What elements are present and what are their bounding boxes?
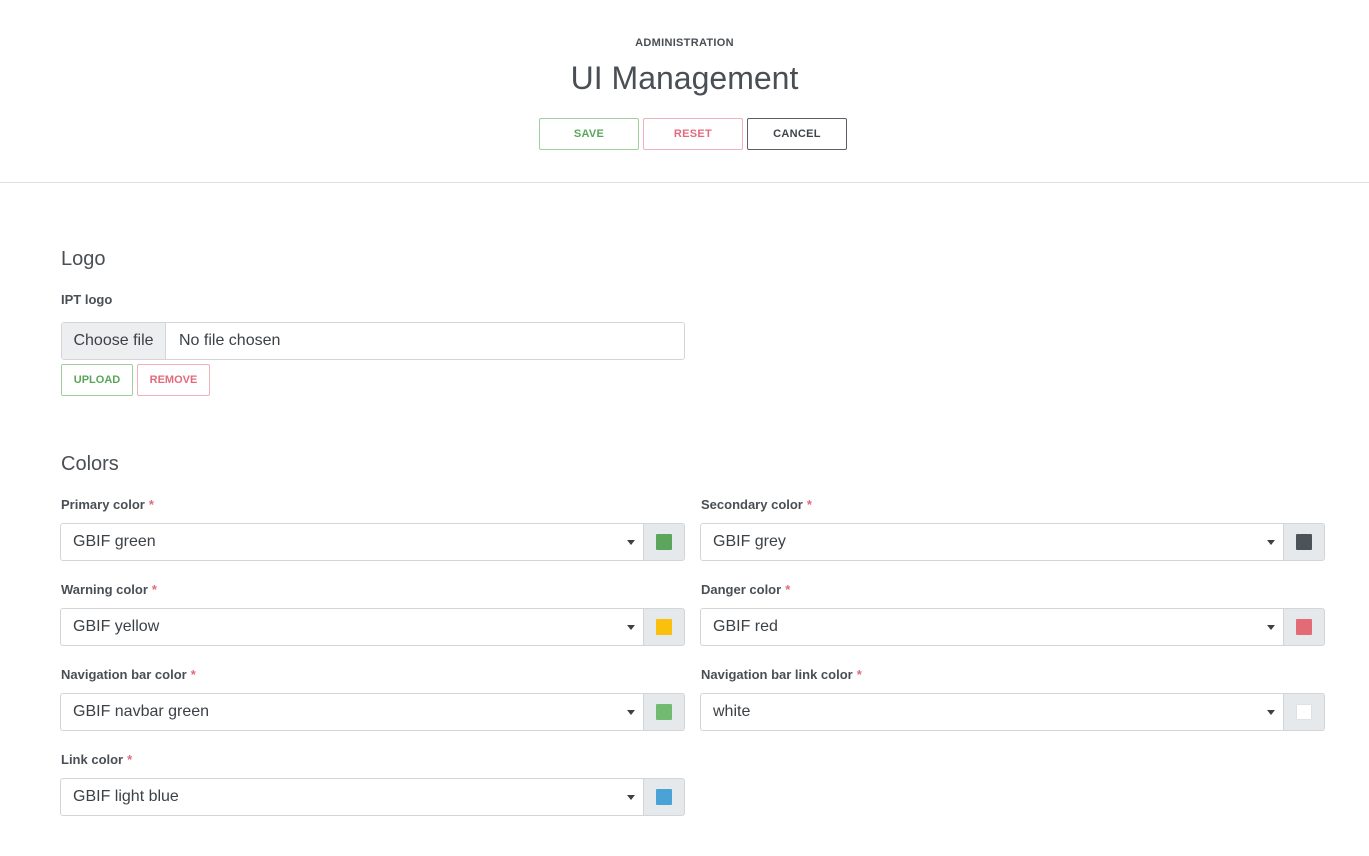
page-eyebrow: ADMINISTRATION xyxy=(635,37,734,49)
select-value: GBIF light blue xyxy=(73,788,179,805)
caret-down-icon xyxy=(627,540,635,545)
link-color-swatch-box xyxy=(643,778,685,816)
secondary-color-control: GBIF grey xyxy=(700,523,1325,561)
field-label-text: Link color xyxy=(61,752,124,767)
field-label-text: Navigation bar color xyxy=(61,667,187,682)
color-swatch xyxy=(1296,619,1312,635)
field-label-text: Warning color xyxy=(61,582,148,597)
caret-down-icon xyxy=(627,795,635,800)
select-value: white xyxy=(713,703,751,720)
select-value: GBIF red xyxy=(713,618,778,635)
color-swatch xyxy=(656,534,672,550)
remove-button[interactable]: REMOVE xyxy=(137,364,210,396)
color-swatch xyxy=(656,704,672,720)
navbar-link-color-select[interactable]: white xyxy=(700,693,1283,731)
navbar-color-select[interactable]: GBIF navbar green xyxy=(60,693,643,731)
link-color-control: GBIF light blue xyxy=(60,778,685,816)
field-label-text: Secondary color xyxy=(701,497,803,512)
ipt-logo-label: IPT logo xyxy=(61,292,113,307)
color-swatch xyxy=(656,619,672,635)
select-value: GBIF green xyxy=(73,533,156,550)
choose-file-button[interactable]: Choose file xyxy=(62,323,166,359)
navbar-link-color-control: white xyxy=(700,693,1325,731)
primary-color-control: GBIF green xyxy=(60,523,685,561)
navbar-color-swatch-box xyxy=(643,693,685,731)
page-title: UI Management xyxy=(570,60,799,96)
navbar-color-label: Navigation bar color * xyxy=(61,667,196,682)
upload-button[interactable]: UPLOAD xyxy=(61,364,133,396)
link-color-select[interactable]: GBIF light blue xyxy=(60,778,643,816)
secondary-color-swatch-box xyxy=(1283,523,1325,561)
secondary-color-label: Secondary color * xyxy=(701,497,812,512)
navbar-link-color-swatch-box xyxy=(1283,693,1325,731)
required-mark: * xyxy=(785,582,791,597)
select-value: GBIF yellow xyxy=(73,618,160,635)
caret-down-icon xyxy=(1267,710,1275,715)
secondary-color-select[interactable]: GBIF grey xyxy=(700,523,1283,561)
danger-color-label: Danger color * xyxy=(701,582,790,597)
link-color-label: Link color * xyxy=(61,752,132,767)
primary-color-label: Primary color * xyxy=(61,497,154,512)
warning-color-label: Warning color * xyxy=(61,582,157,597)
navbar-color-control: GBIF navbar green xyxy=(60,693,685,731)
warning-color-control: GBIF yellow xyxy=(60,608,685,646)
navbar-link-color-label: Navigation bar link color * xyxy=(701,667,862,682)
color-swatch xyxy=(1296,534,1312,550)
primary-color-swatch-box xyxy=(643,523,685,561)
colors-section-title: Colors xyxy=(61,453,119,475)
required-mark: * xyxy=(127,752,133,767)
page-header: ADMINISTRATION UI Management SAVE RESET … xyxy=(0,0,1369,183)
field-label-text: Navigation bar link color xyxy=(701,667,853,682)
cancel-button[interactable]: CANCEL xyxy=(747,118,847,150)
caret-down-icon xyxy=(1267,625,1275,630)
color-swatch xyxy=(656,789,672,805)
caret-down-icon xyxy=(1267,540,1275,545)
field-label-text: Primary color xyxy=(61,497,145,512)
danger-color-swatch-box xyxy=(1283,608,1325,646)
danger-color-select[interactable]: GBIF red xyxy=(700,608,1283,646)
caret-down-icon xyxy=(627,710,635,715)
file-name-text: No file chosen xyxy=(179,332,281,349)
required-mark: * xyxy=(151,582,157,597)
reset-button[interactable]: RESET xyxy=(643,118,743,150)
primary-color-select[interactable]: GBIF green xyxy=(60,523,643,561)
warning-color-select[interactable]: GBIF yellow xyxy=(60,608,643,646)
caret-down-icon xyxy=(627,625,635,630)
select-value: GBIF grey xyxy=(713,533,786,550)
logo-file-input[interactable]: Choose file No file chosen xyxy=(61,322,685,360)
required-mark: * xyxy=(190,667,196,682)
header-actions: SAVE RESET CANCEL xyxy=(539,118,847,150)
danger-color-control: GBIF red xyxy=(700,608,1325,646)
required-mark: * xyxy=(856,667,862,682)
logo-section-title: Logo xyxy=(61,248,106,270)
required-mark: * xyxy=(148,497,154,512)
field-label-text: Danger color xyxy=(701,582,782,597)
select-value: GBIF navbar green xyxy=(73,703,210,720)
required-mark: * xyxy=(806,497,812,512)
save-button[interactable]: SAVE xyxy=(539,118,639,150)
color-swatch xyxy=(1296,704,1312,720)
warning-color-swatch-box xyxy=(643,608,685,646)
